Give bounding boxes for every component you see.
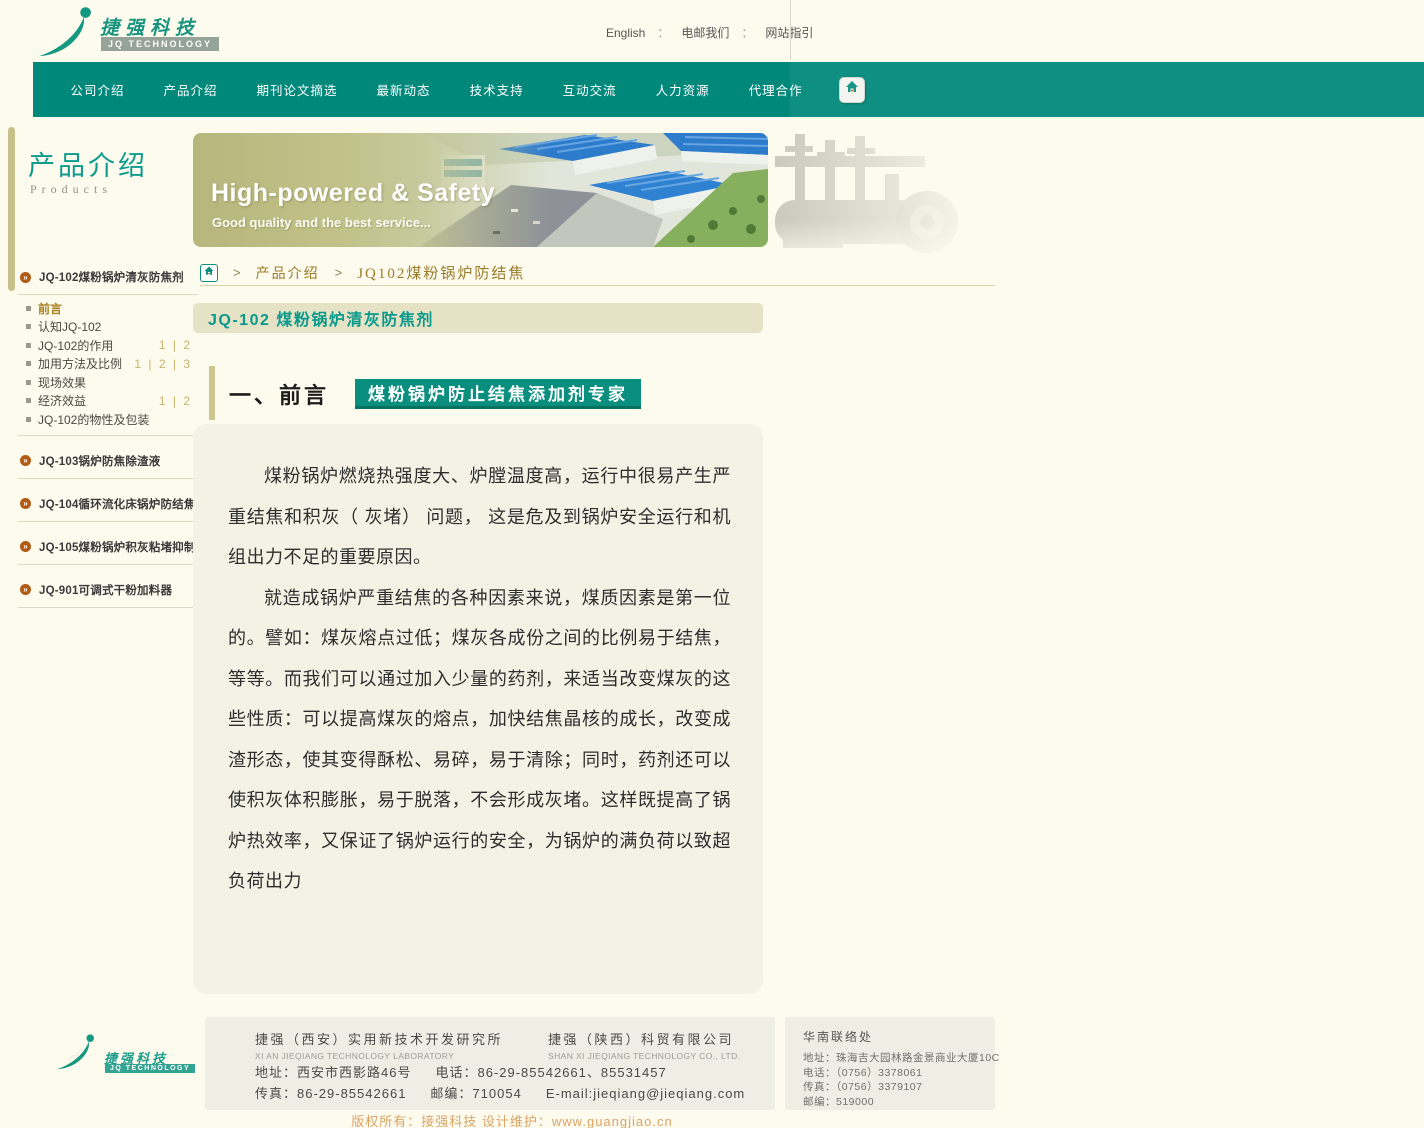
sidebar-subitem-about[interactable]: 认知JQ-102 (26, 318, 198, 337)
sidebar-subitem-properties[interactable]: JQ-102的物性及包装 (26, 410, 198, 429)
sidebar-submenu-jq102: 前言 认知JQ-102 JQ-102的作用 1 | 2 加用方法及比例 1 | … (18, 295, 198, 436)
sidebar-item-jq102[interactable]: » JQ-102煤粉锅炉清灰防焦剂 (18, 262, 198, 295)
sidebar-item-jq104[interactable]: » JQ-104循环流化床锅炉防结焦剂 (18, 489, 198, 522)
square-bullet-icon (26, 343, 31, 348)
english-link[interactable]: English (606, 26, 645, 40)
footer-email[interactable]: E-mail:jieqiang@jieqiang.com (546, 1086, 745, 1101)
footer-zip: 邮编：710054 (430, 1086, 521, 1101)
nav-item-hr[interactable]: 人力资源 (636, 80, 729, 99)
south-office-phone: 电话：（0756）3378061 (803, 1066, 995, 1081)
home-icon (844, 79, 860, 100)
footer-company-name-en-badge: JQ TECHNOLOGY (105, 1064, 195, 1073)
article-body: 煤粉锅炉燃烧热强度大、炉膛温度高，运行中很易产生严重结焦和积灰（ 灰堵） 问题，… (228, 456, 731, 902)
footer-south-office-panel: 华南联络处 地址：珠海吉大园林路金景商业大厦10C 电话：（0756）33780… (785, 1017, 995, 1110)
nav-home-button[interactable] (839, 77, 865, 103)
content-panel: 煤粉锅炉燃烧热强度大、炉膛温度高，运行中很易产生严重结焦和积灰（ 灰堵） 问题，… (193, 424, 763, 994)
footer-fax: 传真：86-29-85542661 (255, 1086, 406, 1101)
banner-subline: Good quality and the best service... (212, 215, 431, 230)
expert-badge: 煤粉锅炉防止结焦添加剂专家 (355, 379, 641, 409)
square-bullet-icon (26, 361, 31, 366)
pagination-links[interactable]: 1 | 2 | 3 (134, 357, 192, 371)
arrow-bullet-icon: » (20, 272, 31, 283)
page-title: JQ-102 煤粉锅炉清灰防焦剂 (208, 306, 434, 330)
arrow-bullet-icon: » (20, 541, 31, 552)
paragraph-1: 煤粉锅炉燃烧热强度大、炉膛温度高，运行中很易产生严重结焦和积灰（ 灰堵） 问题，… (228, 456, 731, 578)
south-office-zip: 邮编：519000 (803, 1095, 995, 1110)
banner-headline: High-powered & Safety (211, 179, 495, 208)
breadcrumb-separator: > (233, 265, 241, 280)
company-name: 捷强科技 (100, 13, 200, 40)
footer-main-panel: 捷强（西安）实用新技术开发研究所 XI AN JIEQIANG TECHNOLO… (205, 1017, 775, 1110)
sidebar-accent-bar (8, 127, 15, 291)
nav-item-interaction[interactable]: 互动交流 (543, 80, 636, 99)
pagination-links[interactable]: 1 | 2 (159, 394, 192, 408)
home-icon (203, 264, 215, 282)
nav-item-news[interactable]: 最新动态 (357, 80, 450, 99)
nav-item-products[interactable]: 产品介绍 (144, 80, 237, 99)
header-divider: ： (741, 24, 753, 41)
header-utility-links: English ： 电邮我们 ： 网站指引 (606, 24, 813, 41)
south-office-address: 地址：珠海吉大园林路金景商业大厦10C (803, 1051, 995, 1066)
breadcrumb-home-button[interactable] (200, 264, 218, 282)
footer-address-phone: 地址：西安市西影路46号 电话：86-29-85542661、85531457 (255, 1062, 667, 1081)
footer-company-2: 捷强（陕西）科贸有限公司 SHAN XI JIEQIANG TECHNOLOGY… (548, 1029, 740, 1061)
sidebar-item-jq103[interactable]: » JQ-103锅炉防焦除渣液 (18, 446, 198, 479)
section-accent-bar (209, 366, 215, 420)
page-title-bar: JQ-102 煤粉锅炉清灰防焦剂 (193, 303, 763, 333)
breadcrumb-current: JQ102煤粉锅炉防结焦 (357, 262, 525, 283)
breadcrumb-separator: > (335, 265, 343, 280)
arrow-bullet-icon: » (20, 498, 31, 509)
square-bullet-icon (26, 398, 31, 403)
header-divider-line (790, 0, 791, 60)
nav-item-company[interactable]: 公司介绍 (51, 80, 144, 99)
sidebar-subitem-function[interactable]: JQ-102的作用 1 | 2 (26, 336, 198, 355)
breadcrumb-products[interactable]: 产品介绍 (256, 263, 320, 283)
footer-logo-icon[interactable] (55, 1032, 99, 1077)
arrow-bullet-icon: » (20, 584, 31, 595)
paragraph-2: 就造成锅炉严重结焦的各种因素来说，煤质因素是第一位的。譬如：煤灰熔点过低；煤灰各… (228, 578, 731, 902)
square-bullet-icon (26, 306, 31, 311)
footer-fax-zip-email: 传真：86-29-85542661 邮编：710054 E-mail:jieqian… (255, 1083, 745, 1102)
sidebar-subitem-foreword[interactable]: 前言 (26, 299, 198, 318)
banner-factory-image: High-powered & Safety Good quality and t… (193, 133, 768, 247)
breadcrumb: > 产品介绍 > JQ102煤粉锅炉防结焦 (200, 260, 995, 286)
square-bullet-icon (26, 324, 31, 329)
company-logo-icon[interactable] (36, 4, 98, 65)
sidebar-item-jq901[interactable]: » JQ-901可调式干粉加料器 (18, 575, 198, 608)
sidebar-title: 产品介绍 (28, 144, 148, 183)
company-2-name-en: SHAN XI JIEQIANG TECHNOLOGY CO., LTD. (548, 1051, 740, 1061)
company-name-en-badge: JQ TECHNOLOGY (101, 37, 219, 51)
copyright-line[interactable]: 版权所有：接强科技 设计维护：www.guangjiao.cn (0, 1111, 1024, 1128)
footer-companies: 捷强（西安）实用新技术开发研究所 XI AN JIEQIANG TECHNOLO… (255, 1029, 740, 1061)
sidebar-subitem-dosage[interactable]: 加用方法及比例 1 | 2 | 3 (26, 355, 198, 374)
south-office-title: 华南联络处 (803, 1028, 995, 1045)
nav-item-tech-support[interactable]: 技术支持 (450, 80, 543, 99)
header-divider: ： (657, 24, 669, 41)
sidebar-subitem-economics[interactable]: 经济效益 1 | 2 (26, 392, 198, 411)
company-1-name-en: XI AN JIEQIANG TECHNOLOGY LABORATORY (255, 1051, 503, 1061)
sidebar-item-jq105[interactable]: » JQ-105煤粉锅炉积灰粘堵抑制剂 (18, 532, 198, 565)
equipment-faded-image (775, 128, 995, 260)
square-bullet-icon (26, 380, 31, 385)
sidebar-subitem-field-results[interactable]: 现场效果 (26, 373, 198, 392)
company-2-name: 捷强（陕西）科贸有限公司 (548, 1029, 740, 1048)
footer-phone: 电话：86-29-85542661、85531457 (435, 1065, 666, 1080)
nav-item-journal[interactable]: 期刊论文摘选 (237, 80, 357, 99)
sidebar-subtitle: Products (30, 182, 112, 197)
main-navigation: 公司介绍 产品介绍 期刊论文摘选 最新动态 技术支持 互动交流 人力资源 代理合… (33, 62, 1424, 117)
company-1-name: 捷强（西安）实用新技术开发研究所 (255, 1029, 503, 1048)
footer-address: 地址：西安市西影路46号 (255, 1065, 411, 1080)
south-office-fax: 传真：（0756）3379107 (803, 1080, 995, 1095)
arrow-bullet-icon: » (20, 455, 31, 466)
page: 捷强科技 JQ TECHNOLOGY English ： 电邮我们 ： 网站指引… (0, 0, 1424, 1128)
pagination-links[interactable]: 1 | 2 (159, 338, 192, 352)
square-bullet-icon (26, 417, 31, 422)
email-us-link[interactable]: 电邮我们 (681, 24, 729, 41)
footer-company-1: 捷强（西安）实用新技术开发研究所 XI AN JIEQIANG TECHNOLO… (255, 1029, 503, 1061)
section-title: 一、前言 (229, 378, 329, 410)
equipment-fade-overlay (775, 128, 995, 260)
nav-item-agents[interactable]: 代理合作 (729, 80, 822, 99)
sidebar-menu: » JQ-102煤粉锅炉清灰防焦剂 前言 认知JQ-102 JQ-102的作用 … (18, 262, 198, 608)
